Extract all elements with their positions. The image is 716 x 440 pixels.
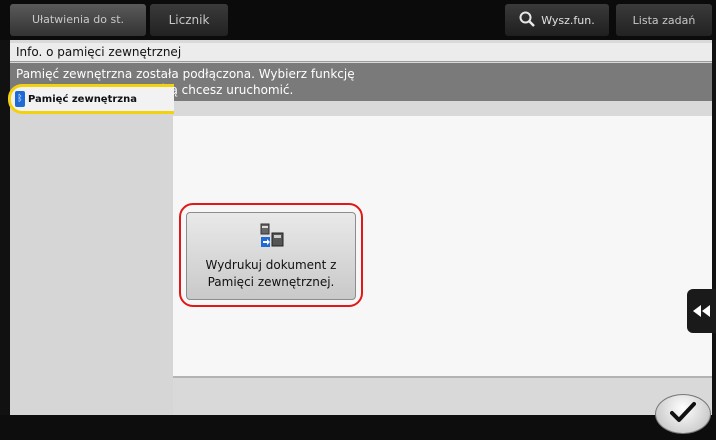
- left-tab-column: [10, 102, 173, 427]
- search-icon: [519, 11, 541, 30]
- usb-icon: ᛒ: [15, 91, 25, 107]
- tab-external-memory[interactable]: ᛒ Pamięć zewnętrzna: [8, 84, 174, 114]
- counter-label: Licznik: [168, 13, 210, 27]
- print-from-external-memory-button[interactable]: Wydrukuj dokument z Pamięci zewnętrznej.: [186, 212, 356, 300]
- tab-label: Pamięć zewnętrzna: [28, 93, 137, 105]
- search-label: Wysz.fun.: [541, 13, 595, 27]
- checkmark-icon: [670, 401, 696, 427]
- print-button-label-line-2: Pamięci zewnętrznej.: [207, 275, 335, 289]
- message-line-1: Pamięć zewnętrzna została podłączona. Wy…: [16, 67, 355, 81]
- bottom-bar: [0, 415, 716, 440]
- print-button-label: Wydrukuj dokument z Pamięci zewnętrznej.: [206, 257, 337, 291]
- top-bar: Ułatwienia do st. Licznik Wysz.fun. List…: [0, 0, 716, 40]
- ok-button[interactable]: [655, 394, 711, 434]
- double-chevron-left-icon: [692, 302, 711, 321]
- function-search-button[interactable]: Wysz.fun.: [505, 4, 609, 36]
- print-button-label-line-1: Wydrukuj dokument z: [205, 258, 337, 272]
- print-document-icon: [256, 223, 286, 253]
- accessibility-button[interactable]: Ułatwienia do st.: [10, 4, 146, 36]
- job-list-button[interactable]: Lista zadań: [616, 4, 712, 36]
- job-list-label: Lista zadań: [632, 13, 696, 27]
- page-title: Info. o pamięci zewnętrznej: [10, 43, 712, 62]
- counter-button[interactable]: Licznik: [150, 4, 228, 36]
- side-panel-toggle[interactable]: [687, 289, 716, 333]
- accessibility-label: Ułatwienia do st.: [31, 13, 125, 26]
